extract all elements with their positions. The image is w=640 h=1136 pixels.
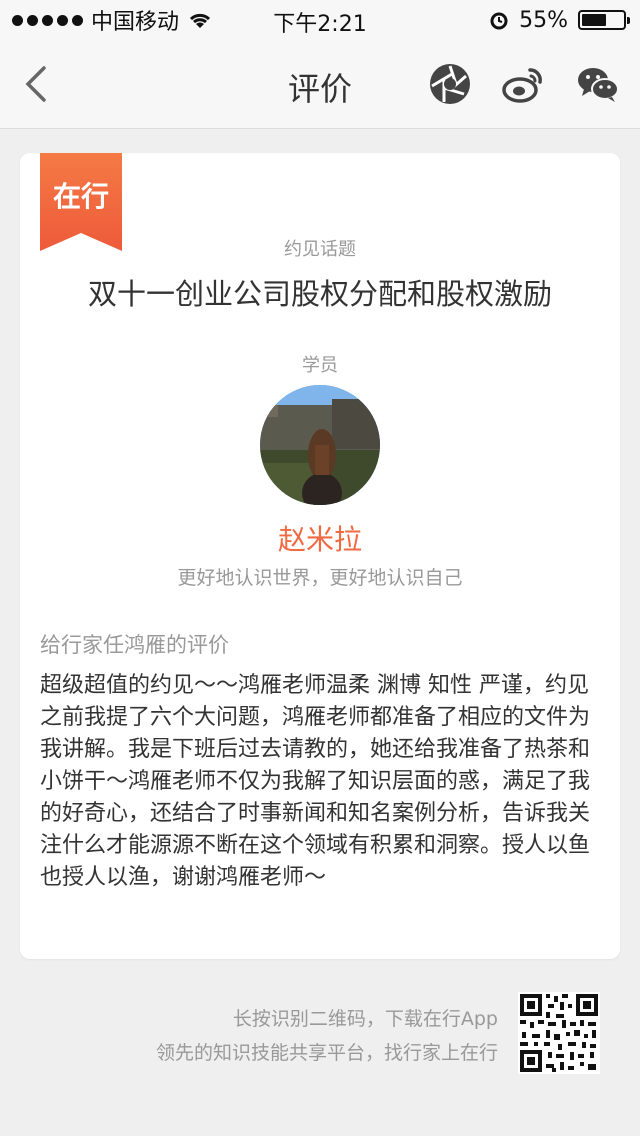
wechat-icon[interactable] [576, 62, 620, 106]
nav-bar: 评价 [0, 40, 640, 129]
student-name: 赵米拉 [277, 523, 362, 556]
student-motto: 更好地认识世界，更好地认识自己 [177, 567, 463, 589]
topic-label: 约见话题 [284, 239, 356, 260]
alarm-icon [490, 12, 508, 30]
battery-percent: 55% [519, 7, 568, 33]
qr-code-icon[interactable] [518, 992, 600, 1074]
share-icons [428, 62, 620, 106]
review-text: 超级超值的约见～～鸿雁老师温柔 渊博 知性 严谨，约见之前我提了六个大问题，鸿雁… [40, 673, 591, 890]
topic-title: 双十一创业公司股权分配和股权激励 [87, 277, 552, 311]
battery-icon [578, 10, 630, 30]
review-heading: 给行家任鸿雁的评价 [40, 633, 229, 657]
student-label: 学员 [302, 355, 338, 376]
weibo-icon[interactable] [502, 62, 546, 106]
aperture-icon[interactable] [428, 62, 472, 106]
status-right: 55% [489, 6, 630, 34]
footer-line-2: 领先的知识技能共享平台，找行家上在行 [155, 1042, 498, 1064]
status-bar: 中国移动 下午2:21 55% [0, 0, 640, 40]
footer-line-1: 长按识别二维码，下载在行App [232, 1008, 498, 1030]
footer-text: 长按识别二维码，下载在行App 领先的知识技能共享平台，找行家上在行 [156, 1002, 498, 1070]
ribbon-label: 在行 [52, 180, 109, 213]
avatar[interactable] [260, 385, 380, 505]
review-card: 在行 约见话题 双十一创业公司股权分配和股权激励 学员 赵米拉 更好地认识世界，… [20, 153, 620, 959]
